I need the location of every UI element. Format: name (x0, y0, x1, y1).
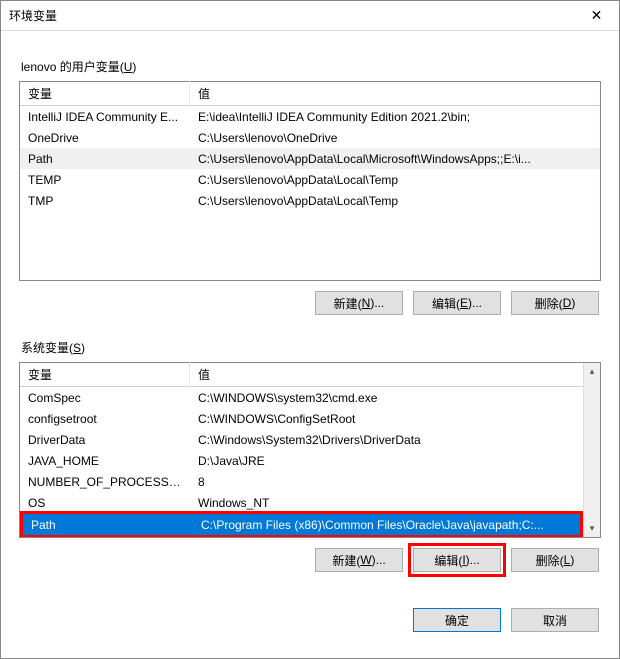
table-row[interactable]: DriverData C:\Windows\System32\Drivers\D… (20, 429, 583, 450)
table-row[interactable]: OS Windows_NT (20, 492, 583, 513)
system-delete-button[interactable]: 删除(L) (511, 548, 599, 572)
table-row[interactable]: ComSpec C:\WINDOWS\system32\cmd.exe (20, 387, 583, 408)
col-header-value[interactable]: 值 (190, 81, 600, 106)
table-row[interactable]: NUMBER_OF_PROCESSORS 8 (20, 471, 583, 492)
table-row[interactable]: OneDrive C:\Users\lenovo\OneDrive (20, 127, 600, 148)
system-new-button[interactable]: 新建(W)... (315, 548, 403, 572)
title-bar: 环境变量 ✕ (1, 1, 619, 31)
system-table-header: 变量 值 (20, 363, 600, 387)
cancel-button[interactable]: 取消 (511, 608, 599, 632)
table-row[interactable]: IntelliJ IDEA Community E... E:\idea\Int… (20, 106, 600, 127)
close-icon: ✕ (591, 7, 603, 24)
user-vars-buttons: 新建(N)... 编辑(E)... 删除(D) (19, 281, 601, 317)
col-header-name[interactable]: 变量 (20, 362, 190, 387)
col-header-value[interactable]: 值 (190, 362, 600, 387)
user-vars-table[interactable]: 变量 值 IntelliJ IDEA Community E... E:\ide… (19, 81, 601, 281)
ok-button[interactable]: 确定 (413, 608, 501, 632)
dialog-footer: 确定 取消 (1, 584, 619, 646)
table-row[interactable]: JAVA_HOME D:\Java\JRE (20, 450, 583, 471)
user-vars-label: lenovo 的用户变量(U) (21, 58, 601, 75)
table-row[interactable]: configsetroot C:\WINDOWS\ConfigSetRoot (20, 408, 583, 429)
scrollbar[interactable]: ▴ ▾ (583, 363, 600, 537)
user-table-header: 变量 值 (20, 82, 600, 106)
system-vars-label: 系统变量(S) (21, 339, 601, 356)
col-header-name[interactable]: 变量 (20, 81, 190, 106)
table-row[interactable]: Path C:\Users\lenovo\AppData\Local\Micro… (20, 148, 600, 169)
user-edit-button[interactable]: 编辑(E)... (413, 291, 501, 315)
user-delete-button[interactable]: 删除(D) (511, 291, 599, 315)
system-vars-buttons: 新建(W)... 编辑(I)... 删除(L) (19, 538, 601, 574)
scroll-up-icon[interactable]: ▴ (584, 363, 600, 380)
system-edit-button[interactable]: 编辑(I)... (413, 548, 501, 572)
system-vars-table[interactable]: 变量 值 ComSpec C:\WINDOWS\system32\cmd.exe… (19, 362, 601, 538)
scroll-down-icon[interactable]: ▾ (584, 520, 600, 537)
table-row-selected[interactable]: Path C:\Program Files (x86)\Common Files… (23, 514, 580, 535)
window-title: 环境变量 (9, 7, 57, 24)
user-new-button[interactable]: 新建(N)... (315, 291, 403, 315)
table-row[interactable]: TMP C:\Users\lenovo\AppData\Local\Temp (20, 190, 600, 211)
highlight-box: 编辑(I)... (408, 543, 506, 577)
close-button[interactable]: ✕ (574, 1, 619, 31)
table-row[interactable]: TEMP C:\Users\lenovo\AppData\Local\Temp (20, 169, 600, 190)
dialog-content: lenovo 的用户变量(U) 变量 值 IntelliJ IDEA Commu… (1, 31, 619, 584)
